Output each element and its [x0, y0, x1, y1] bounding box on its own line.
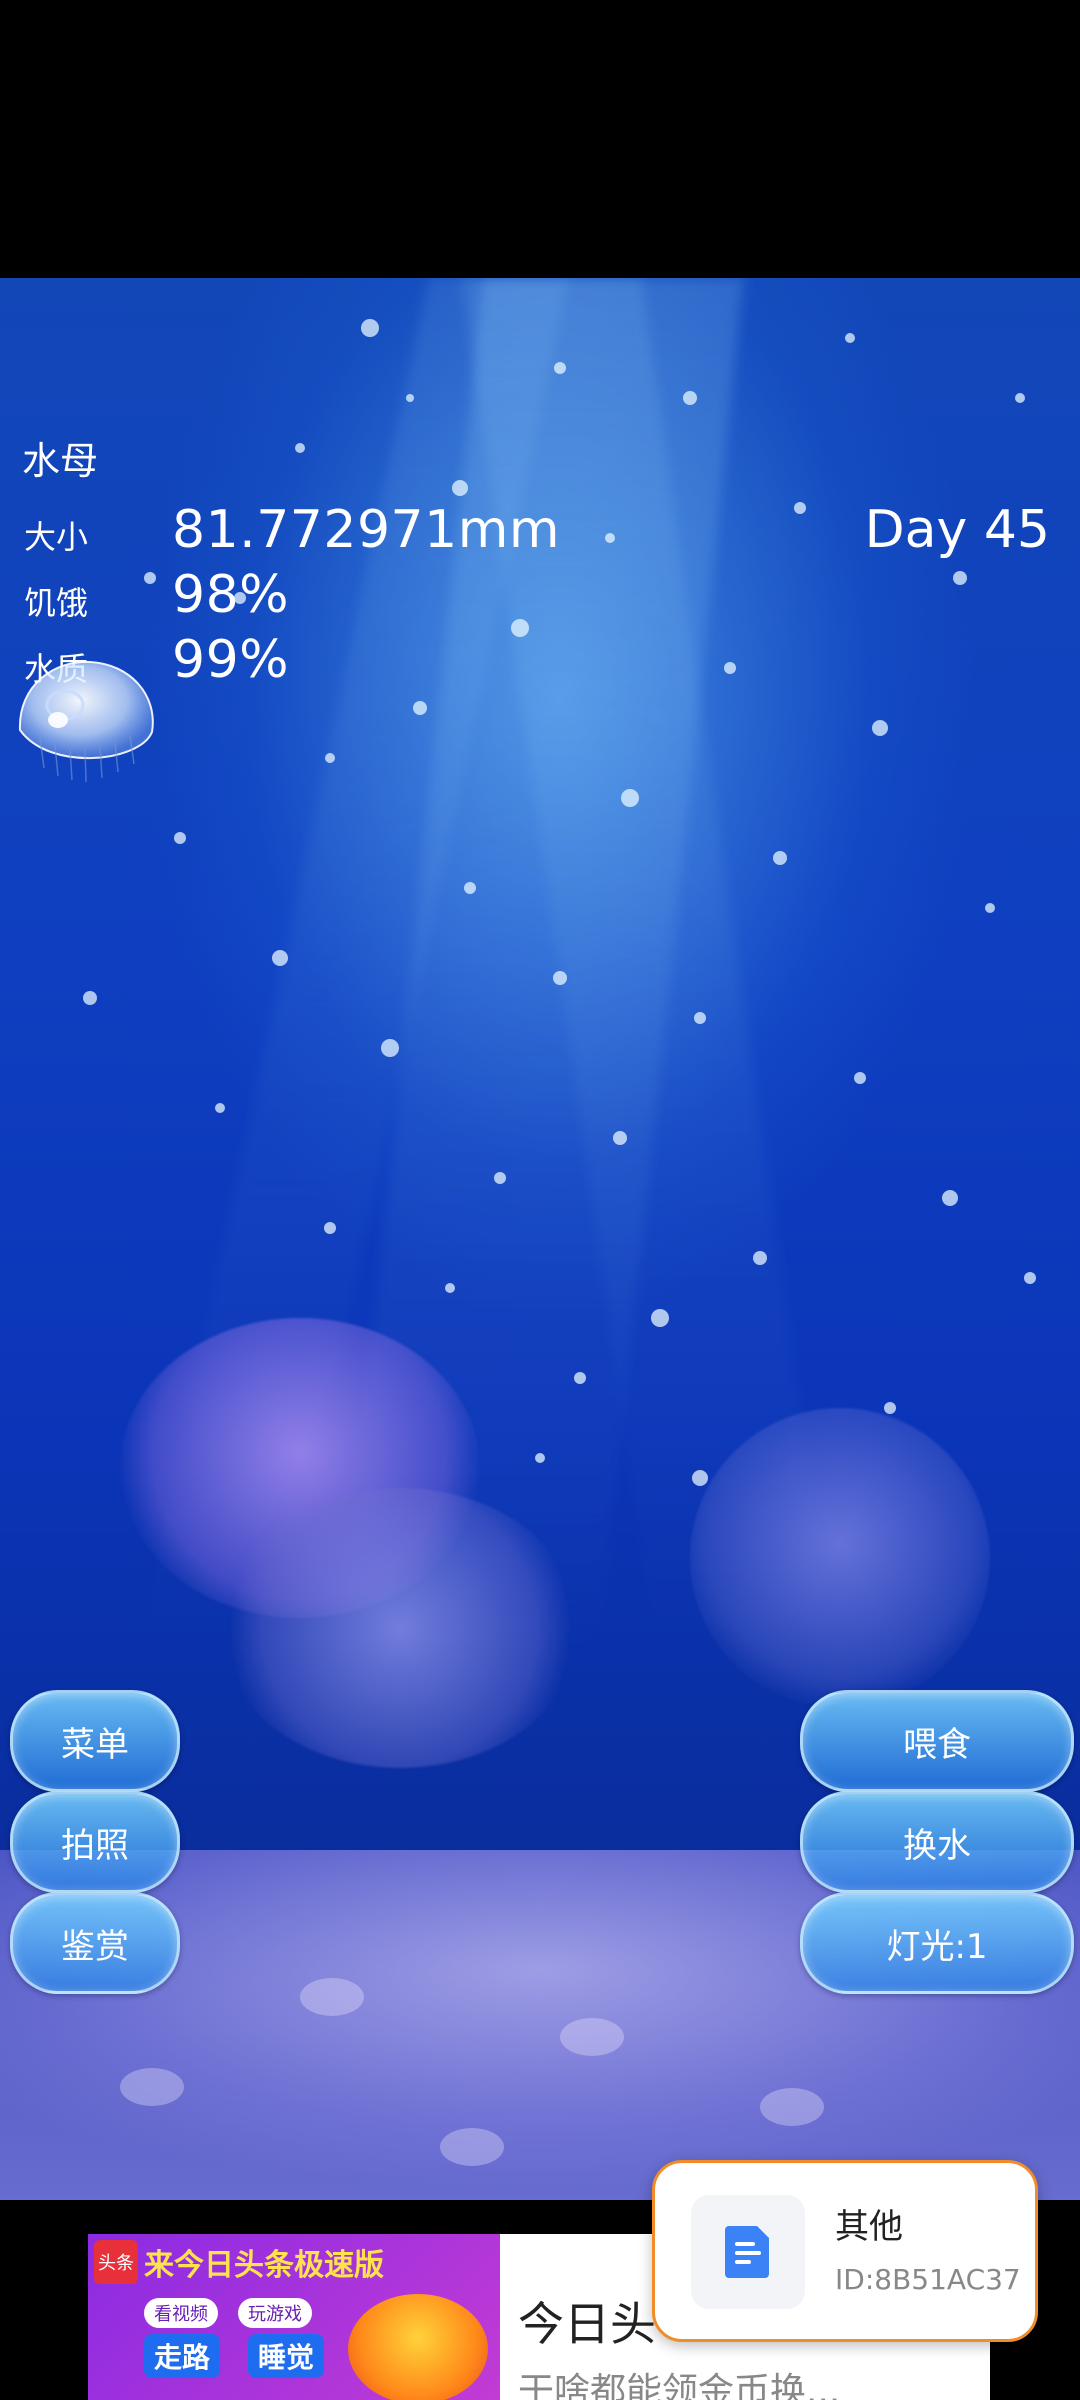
- ad-chip-game: 玩游戏: [238, 2298, 312, 2328]
- day-counter: Day 45: [864, 500, 1050, 560]
- document-icon-box: [691, 2195, 805, 2309]
- hunger-label: 饥饿: [24, 584, 89, 622]
- feed-button[interactable]: 喂食: [800, 1690, 1074, 1792]
- ad-word-sleep: 睡觉: [248, 2334, 325, 2378]
- coins-illustration: [348, 2294, 488, 2400]
- coral-right: [690, 1408, 990, 1708]
- pebble: [560, 2018, 624, 2056]
- pebble: [120, 2068, 184, 2106]
- toutiao-logo: 头条: [94, 2240, 138, 2284]
- water-quality-value: 99%: [172, 630, 290, 690]
- source-info-popup[interactable]: 其他 ID:8B51AC37: [652, 2160, 1038, 2342]
- jellyfish-title: 水母: [22, 439, 99, 483]
- ad-chip-video: 看视频: [144, 2298, 218, 2328]
- popup-title: 其他: [835, 2207, 903, 2247]
- ad-word-walk: 走路: [144, 2334, 221, 2378]
- ad-card-title: 今日头: [518, 2297, 656, 2351]
- pebble: [760, 2088, 824, 2126]
- size-label: 大小: [24, 518, 89, 556]
- coral-left-lower: [220, 1488, 580, 1768]
- hunger-value: 98%: [172, 565, 290, 625]
- jellyfish-icon[interactable]: [10, 650, 160, 788]
- photo-button[interactable]: 拍照: [10, 1791, 180, 1893]
- size-value: 81.772971mm: [172, 500, 561, 560]
- ad-card-subtitle: 干啥都能领金币换...: [518, 2371, 841, 2400]
- gallery-button[interactable]: 鉴赏: [10, 1892, 180, 1994]
- ad-headline: 来今日头条极速版: [144, 2248, 384, 2283]
- light-button[interactable]: 灯光:1: [800, 1892, 1074, 1994]
- document-icon: [725, 2226, 769, 2278]
- change-water-button[interactable]: 换水: [800, 1791, 1074, 1893]
- popup-id: ID:8B51AC37: [835, 2263, 1021, 2296]
- pebble: [300, 1978, 364, 2016]
- menu-button[interactable]: 菜单: [10, 1690, 180, 1792]
- pebble: [440, 2128, 504, 2166]
- ad-banner-image[interactable]: 头条 来今日头条极速版 看视频 玩游戏 走路 睡觉: [88, 2234, 500, 2400]
